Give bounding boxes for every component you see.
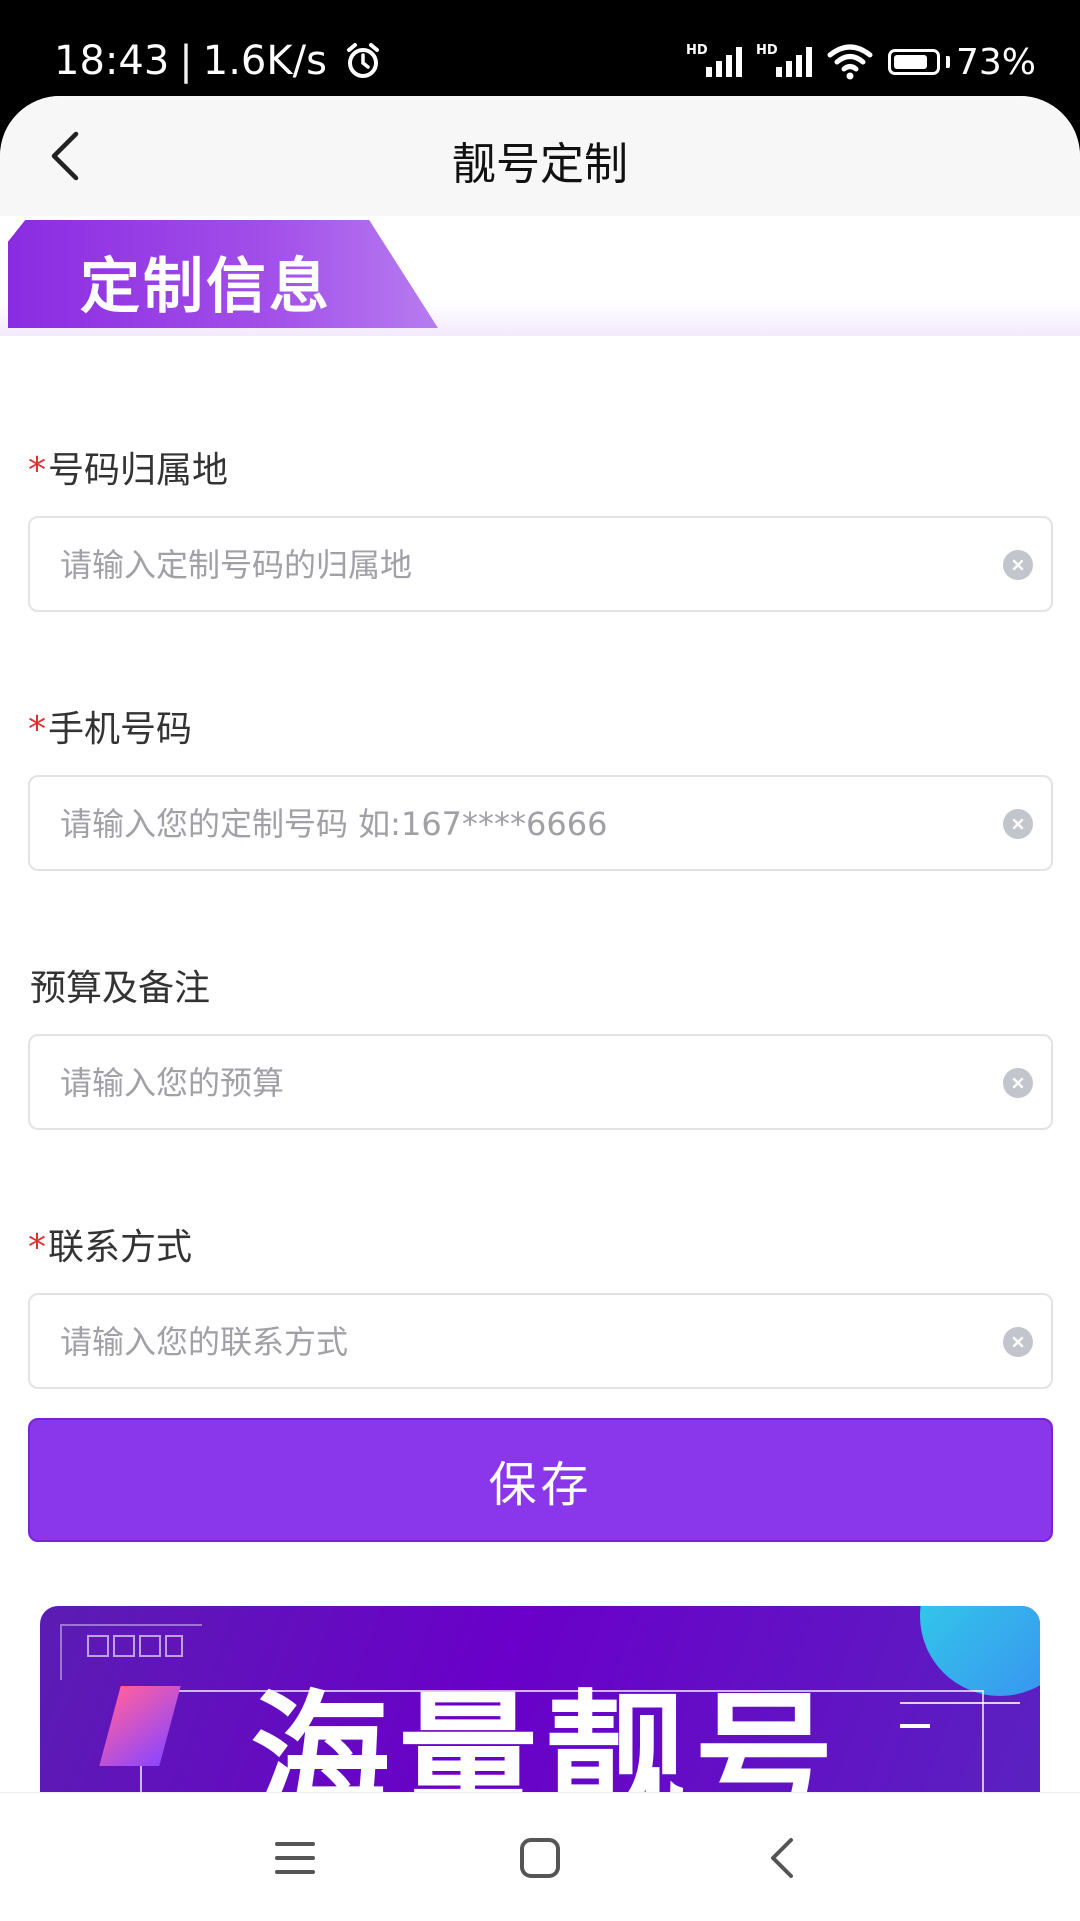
contact-input[interactable] [58, 1295, 962, 1389]
input-wrapper [28, 1293, 1053, 1389]
field-location: *号码归属地 [28, 446, 1053, 612]
decor-line [900, 1702, 1020, 1704]
clear-icon[interactable] [1003, 809, 1033, 839]
field-label-text: 号码归属地 [48, 450, 229, 491]
field-label: 预算及备注 [28, 964, 1053, 1014]
field-label: *号码归属地 [28, 446, 1053, 496]
promo-banner[interactable]: 海量靓号 [40, 1606, 1040, 1792]
status-icons: HD HD 73% [686, 41, 1036, 83]
section-header: 定制信息 [0, 216, 1080, 336]
save-button[interactable]: 保存 [28, 1418, 1053, 1542]
decor-shape [920, 1606, 1040, 1696]
field-contact: *联系方式 [28, 1223, 1053, 1389]
field-phone: *手机号码 [28, 705, 1053, 871]
section-title: 定制信息 [80, 252, 332, 322]
network-speed: 1.6K/s [202, 38, 327, 84]
menu-icon [275, 1842, 315, 1874]
signal-icon-2: HD [756, 43, 812, 81]
field-label-text: 手机号码 [48, 709, 193, 750]
signal-hd-label: HD [755, 43, 778, 58]
input-wrapper [28, 1034, 1053, 1130]
home-button[interactable] [500, 1823, 580, 1893]
battery-icon [887, 49, 940, 75]
input-wrapper [28, 775, 1053, 871]
top-nav-bar: 靓号定制 [0, 96, 1080, 216]
field-budget: 预算及备注 [28, 964, 1053, 1130]
system-back-button[interactable] [742, 1823, 822, 1893]
status-separator: | [179, 38, 193, 84]
field-label: *联系方式 [28, 1223, 1053, 1273]
system-nav-bar [0, 1792, 1080, 1921]
signal-icon-1: HD [686, 43, 742, 81]
input-wrapper [28, 516, 1053, 612]
promo-title: 海量靓号 [250, 1678, 843, 1793]
field-label-text: 预算及备注 [30, 968, 211, 1009]
clear-icon[interactable] [1003, 1327, 1033, 1357]
sys-back-icon [771, 1838, 793, 1878]
decor-dash [900, 1724, 930, 1728]
signal-hd-label: HD [685, 43, 708, 58]
required-mark: * [28, 1227, 46, 1268]
field-label-text: 联系方式 [48, 1227, 193, 1268]
alarm-icon [346, 43, 379, 78]
status-time-group: 18:43 | 1.6K/s [54, 38, 383, 84]
field-label: *手机号码 [28, 705, 1053, 755]
status-time: 18:43 [54, 38, 170, 84]
app-window: 靓号定制 定制信息 *号码归属地 *手机号码 [0, 96, 1080, 1792]
battery-percent: 73% [955, 41, 1036, 83]
required-mark: * [28, 709, 46, 750]
clear-icon[interactable] [1003, 550, 1033, 580]
budget-input[interactable] [58, 1036, 962, 1130]
required-mark: * [28, 450, 46, 491]
page-title: 靓号定制 [452, 139, 628, 190]
battery-indicator: 73% [887, 41, 1036, 83]
home-square-icon [520, 1838, 560, 1878]
qr-decor-icon [87, 1635, 183, 1657]
clear-icon[interactable] [1003, 1068, 1033, 1098]
location-input[interactable] [58, 518, 962, 612]
phone-number-input[interactable] [58, 777, 962, 871]
wifi-icon [827, 44, 873, 80]
recent-apps-button[interactable] [255, 1823, 335, 1893]
